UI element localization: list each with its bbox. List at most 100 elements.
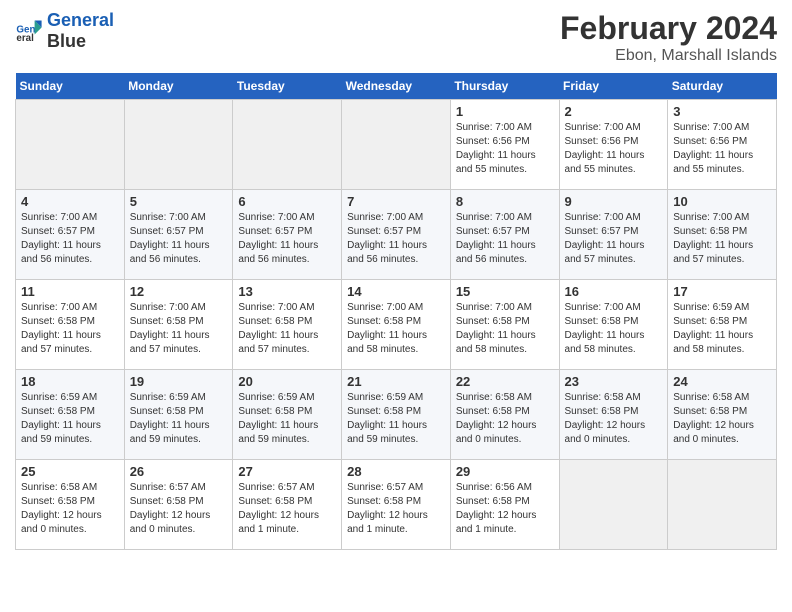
svg-text:eral: eral (16, 33, 34, 44)
calendar-cell: 14 Sunrise: 7:00 AM Sunset: 6:58 PM Dayl… (342, 280, 451, 370)
day-info: Sunrise: 7:00 AM Sunset: 6:57 PM Dayligh… (130, 211, 228, 267)
calendar-header: SundayMondayTuesdayWednesdayThursdayFrid… (16, 73, 777, 100)
calendar-cell (559, 460, 668, 550)
calendar-cell: 20 Sunrise: 6:59 AM Sunset: 6:58 PM Dayl… (233, 370, 342, 460)
calendar-cell (342, 100, 451, 190)
day-info: Sunrise: 7:00 AM Sunset: 6:58 PM Dayligh… (565, 301, 663, 357)
day-number: 27 (238, 464, 336, 479)
calendar-table: SundayMondayTuesdayWednesdayThursdayFrid… (15, 73, 777, 550)
day-info: Sunrise: 6:59 AM Sunset: 6:58 PM Dayligh… (130, 391, 228, 447)
calendar-cell: 8 Sunrise: 7:00 AM Sunset: 6:57 PM Dayli… (450, 190, 559, 280)
day-number: 24 (673, 374, 771, 389)
day-number: 23 (565, 374, 663, 389)
week-row-1: 4 Sunrise: 7:00 AM Sunset: 6:57 PM Dayli… (16, 190, 777, 280)
day-number: 16 (565, 284, 663, 299)
day-header-sunday: Sunday (16, 73, 125, 100)
week-row-3: 18 Sunrise: 6:59 AM Sunset: 6:58 PM Dayl… (16, 370, 777, 460)
day-number: 14 (347, 284, 445, 299)
calendar-cell: 1 Sunrise: 7:00 AM Sunset: 6:56 PM Dayli… (450, 100, 559, 190)
day-info: Sunrise: 6:56 AM Sunset: 6:58 PM Dayligh… (456, 481, 554, 537)
calendar-cell: 17 Sunrise: 6:59 AM Sunset: 6:58 PM Dayl… (668, 280, 777, 370)
day-info: Sunrise: 6:57 AM Sunset: 6:58 PM Dayligh… (238, 481, 336, 537)
calendar-body: 1 Sunrise: 7:00 AM Sunset: 6:56 PM Dayli… (16, 100, 777, 550)
day-number: 15 (456, 284, 554, 299)
calendar-cell: 12 Sunrise: 7:00 AM Sunset: 6:58 PM Dayl… (124, 280, 233, 370)
calendar-cell: 26 Sunrise: 6:57 AM Sunset: 6:58 PM Dayl… (124, 460, 233, 550)
day-number: 25 (21, 464, 119, 479)
day-info: Sunrise: 7:00 AM Sunset: 6:56 PM Dayligh… (565, 121, 663, 177)
day-info: Sunrise: 6:57 AM Sunset: 6:58 PM Dayligh… (347, 481, 445, 537)
day-number: 10 (673, 194, 771, 209)
logo: Gen eral General Blue (15, 10, 114, 52)
calendar-cell: 27 Sunrise: 6:57 AM Sunset: 6:58 PM Dayl… (233, 460, 342, 550)
day-number: 12 (130, 284, 228, 299)
day-info: Sunrise: 7:00 AM Sunset: 6:57 PM Dayligh… (347, 211, 445, 267)
day-number: 29 (456, 464, 554, 479)
calendar-cell: 6 Sunrise: 7:00 AM Sunset: 6:57 PM Dayli… (233, 190, 342, 280)
calendar-cell: 13 Sunrise: 7:00 AM Sunset: 6:58 PM Dayl… (233, 280, 342, 370)
day-number: 21 (347, 374, 445, 389)
day-info: Sunrise: 7:00 AM Sunset: 6:58 PM Dayligh… (456, 301, 554, 357)
calendar-cell: 24 Sunrise: 6:58 AM Sunset: 6:58 PM Dayl… (668, 370, 777, 460)
day-info: Sunrise: 6:59 AM Sunset: 6:58 PM Dayligh… (21, 391, 119, 447)
day-number: 9 (565, 194, 663, 209)
day-number: 26 (130, 464, 228, 479)
calendar-cell: 18 Sunrise: 6:59 AM Sunset: 6:58 PM Dayl… (16, 370, 125, 460)
header: Gen eral General Blue February 2024 Ebon… (15, 10, 777, 65)
week-row-4: 25 Sunrise: 6:58 AM Sunset: 6:58 PM Dayl… (16, 460, 777, 550)
logo-blue: Blue (47, 31, 86, 51)
calendar-cell: 4 Sunrise: 7:00 AM Sunset: 6:57 PM Dayli… (16, 190, 125, 280)
calendar-cell: 15 Sunrise: 7:00 AM Sunset: 6:58 PM Dayl… (450, 280, 559, 370)
day-info: Sunrise: 6:58 AM Sunset: 6:58 PM Dayligh… (456, 391, 554, 447)
day-info: Sunrise: 6:59 AM Sunset: 6:58 PM Dayligh… (673, 301, 771, 357)
days-header-row: SundayMondayTuesdayWednesdayThursdayFrid… (16, 73, 777, 100)
logo-general: General (47, 10, 114, 30)
calendar-cell: 10 Sunrise: 7:00 AM Sunset: 6:58 PM Dayl… (668, 190, 777, 280)
subtitle: Ebon, Marshall Islands (560, 47, 777, 65)
calendar-cell: 23 Sunrise: 6:58 AM Sunset: 6:58 PM Dayl… (559, 370, 668, 460)
calendar-cell: 3 Sunrise: 7:00 AM Sunset: 6:56 PM Dayli… (668, 100, 777, 190)
day-info: Sunrise: 6:57 AM Sunset: 6:58 PM Dayligh… (130, 481, 228, 537)
day-info: Sunrise: 7:00 AM Sunset: 6:58 PM Dayligh… (130, 301, 228, 357)
day-number: 5 (130, 194, 228, 209)
calendar-cell: 2 Sunrise: 7:00 AM Sunset: 6:56 PM Dayli… (559, 100, 668, 190)
calendar-cell: 7 Sunrise: 7:00 AM Sunset: 6:57 PM Dayli… (342, 190, 451, 280)
calendar-cell: 29 Sunrise: 6:56 AM Sunset: 6:58 PM Dayl… (450, 460, 559, 550)
calendar-cell: 9 Sunrise: 7:00 AM Sunset: 6:57 PM Dayli… (559, 190, 668, 280)
day-number: 7 (347, 194, 445, 209)
day-header-monday: Monday (124, 73, 233, 100)
day-number: 28 (347, 464, 445, 479)
day-info: Sunrise: 7:00 AM Sunset: 6:57 PM Dayligh… (238, 211, 336, 267)
day-header-saturday: Saturday (668, 73, 777, 100)
day-number: 11 (21, 284, 119, 299)
day-number: 20 (238, 374, 336, 389)
calendar-cell (668, 460, 777, 550)
day-number: 17 (673, 284, 771, 299)
calendar-cell: 28 Sunrise: 6:57 AM Sunset: 6:58 PM Dayl… (342, 460, 451, 550)
logo-icon: Gen eral (15, 17, 43, 45)
day-number: 13 (238, 284, 336, 299)
day-header-tuesday: Tuesday (233, 73, 342, 100)
day-info: Sunrise: 7:00 AM Sunset: 6:57 PM Dayligh… (565, 211, 663, 267)
day-number: 22 (456, 374, 554, 389)
day-info: Sunrise: 7:00 AM Sunset: 6:58 PM Dayligh… (673, 211, 771, 267)
day-info: Sunrise: 7:00 AM Sunset: 6:57 PM Dayligh… (21, 211, 119, 267)
day-info: Sunrise: 6:58 AM Sunset: 6:58 PM Dayligh… (21, 481, 119, 537)
calendar-cell: 21 Sunrise: 6:59 AM Sunset: 6:58 PM Dayl… (342, 370, 451, 460)
day-header-wednesday: Wednesday (342, 73, 451, 100)
week-row-0: 1 Sunrise: 7:00 AM Sunset: 6:56 PM Dayli… (16, 100, 777, 190)
day-info: Sunrise: 6:58 AM Sunset: 6:58 PM Dayligh… (673, 391, 771, 447)
calendar-cell (124, 100, 233, 190)
day-header-thursday: Thursday (450, 73, 559, 100)
day-number: 3 (673, 104, 771, 119)
day-number: 1 (456, 104, 554, 119)
day-number: 8 (456, 194, 554, 209)
day-number: 2 (565, 104, 663, 119)
week-row-2: 11 Sunrise: 7:00 AM Sunset: 6:58 PM Dayl… (16, 280, 777, 370)
calendar-cell: 25 Sunrise: 6:58 AM Sunset: 6:58 PM Dayl… (16, 460, 125, 550)
calendar-cell: 19 Sunrise: 6:59 AM Sunset: 6:58 PM Dayl… (124, 370, 233, 460)
main-title: February 2024 (560, 10, 777, 47)
calendar-cell (233, 100, 342, 190)
day-info: Sunrise: 7:00 AM Sunset: 6:56 PM Dayligh… (456, 121, 554, 177)
day-info: Sunrise: 7:00 AM Sunset: 6:58 PM Dayligh… (238, 301, 336, 357)
